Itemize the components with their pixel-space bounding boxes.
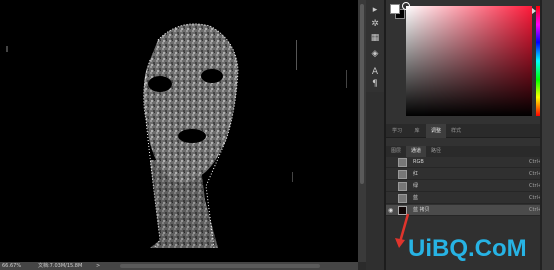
canvas-vertical-scrollbar[interactable] [358,0,366,262]
canvas-horizontal-scrollbar[interactable] [120,264,320,268]
channel-thumbnail [398,158,407,167]
tab-library[interactable]: 库 [408,124,426,138]
channel-name: 绿 [413,183,419,189]
channel-preview-image [6,23,347,249]
panel-collapse-strip[interactable] [542,0,554,270]
channel-name: 蓝 [413,195,419,201]
3d-box-icon[interactable]: ◈ [369,48,381,60]
paragraph-icon[interactable]: ¶ [369,78,381,90]
channel-thumbnail [398,194,407,203]
channel-thumbnail [398,182,407,191]
navigator-icon[interactable]: ▸ [369,4,381,16]
tab-learn[interactable]: 学习 [386,124,408,138]
panel-spacer [386,138,554,146]
zoom-level[interactable]: 66.67% [2,262,21,270]
character-icon[interactable]: A [369,66,381,78]
watermark-text: UiBQ.CoM [408,235,527,262]
channel-row-red[interactable]: 红 Ctrl+3 [386,169,552,180]
color-wheel-icon[interactable]: ✲ [369,18,381,30]
foreground-color-swatch[interactable] [390,4,400,14]
channel-name: 红 [413,171,419,177]
status-menu-arrow[interactable]: > [96,262,100,270]
channel-row-rgb[interactable]: RGB Ctrl+2 [386,157,552,168]
channel-row-blue[interactable]: 蓝 Ctrl+5 [386,193,552,204]
hue-slider-pointer[interactable] [532,8,536,14]
tab-channels[interactable]: 通道 [406,146,426,157]
channel-name: RGB [413,159,424,165]
color-picker-field[interactable] [406,6,532,116]
color-panel [386,0,554,124]
status-bar: 66.67% 文档:7.03M/15.8M > [0,262,358,270]
document-size: 文档:7.03M/15.8M [38,263,83,269]
tab-styles[interactable]: 样式 [446,124,466,138]
tab-adjustments[interactable]: 调整 [426,124,446,138]
document-canvas[interactable] [0,0,358,262]
swatches-icon[interactable]: ▦ [369,32,381,44]
watermark: UiBQ.CoM [392,232,554,266]
channel-name: 蓝 拷贝 [413,207,430,213]
panel-icon-column: ▸ ✲ ▦ ◈ A ¶ [366,0,384,92]
color-picker-cursor[interactable] [402,2,410,10]
panel-tabs: 学习 库 调整 样式 [386,124,554,138]
scrollbar-thumb[interactable] [360,4,364,184]
channel-thumbnail [398,170,407,179]
tab-paths[interactable]: 路径 [426,146,446,157]
tab-layers[interactable]: 图层 [386,146,406,157]
channel-panel-tabs: 图层 通道 路径 [386,146,554,157]
channel-row-green[interactable]: 绿 Ctrl+4 [386,181,552,192]
